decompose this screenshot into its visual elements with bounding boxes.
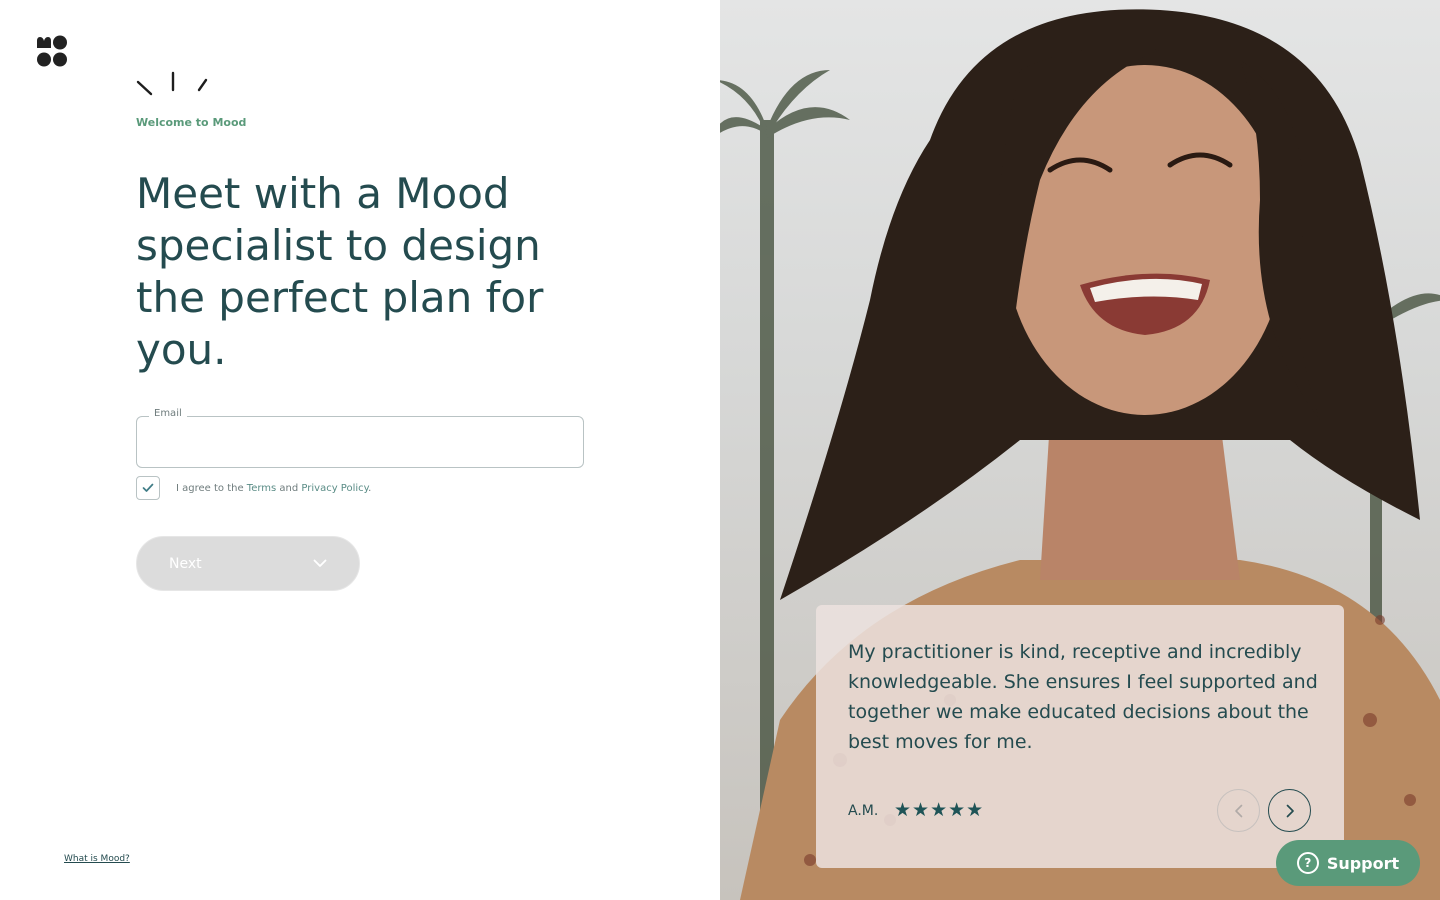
testimonial-quote: My practitioner is kind, receptive and i… <box>848 641 1318 753</box>
next-button[interactable]: Next <box>136 536 360 591</box>
email-input[interactable] <box>138 418 582 466</box>
agree-checkbox[interactable] <box>136 476 160 500</box>
testimonial-author: A.M. <box>848 803 879 819</box>
question-icon: ? <box>1296 852 1319 874</box>
next-button-label: Next <box>169 555 202 572</box>
agree-and: and <box>276 482 302 494</box>
welcome-eyebrow: Welcome to Mood <box>136 116 247 129</box>
agree-row: I agree to the Terms and Privacy Policy. <box>136 476 371 500</box>
testimonial-card: My practitioner is kind, receptive and i… <box>816 605 1344 868</box>
agree-suffix: . <box>368 482 372 494</box>
terms-link[interactable]: Terms <box>247 483 276 494</box>
page-title: Meet with a Mood specialist to design th… <box>136 169 544 374</box>
signup-pane: Welcome to Mood Meet with a Mood special… <box>0 0 720 900</box>
star-rating: ★★★★★ <box>894 799 985 821</box>
agree-text: I agree to the Terms and Privacy Policy. <box>176 483 371 494</box>
what-is-mood-link[interactable]: What is Mood? <box>64 854 130 864</box>
chevron-down-icon <box>313 559 327 567</box>
chevron-right-icon <box>1286 804 1294 817</box>
support-label: Support <box>1326 853 1400 873</box>
mood-logo-icon[interactable] <box>36 35 68 67</box>
checkmark-icon <box>142 483 154 492</box>
previous-testimonial-button[interactable] <box>1217 789 1260 832</box>
sun-rays-icon <box>136 71 208 96</box>
next-testimonial-button[interactable] <box>1268 789 1311 832</box>
chevron-left-icon <box>1234 804 1242 817</box>
email-field[interactable]: Email <box>136 408 584 468</box>
agree-prefix: I agree to the <box>176 482 247 494</box>
support-button[interactable]: ? Support <box>1276 840 1420 886</box>
testimonial-pane: My practitioner is kind, receptive and i… <box>720 0 1440 900</box>
privacy-policy-link[interactable]: Privacy Policy <box>301 483 368 494</box>
